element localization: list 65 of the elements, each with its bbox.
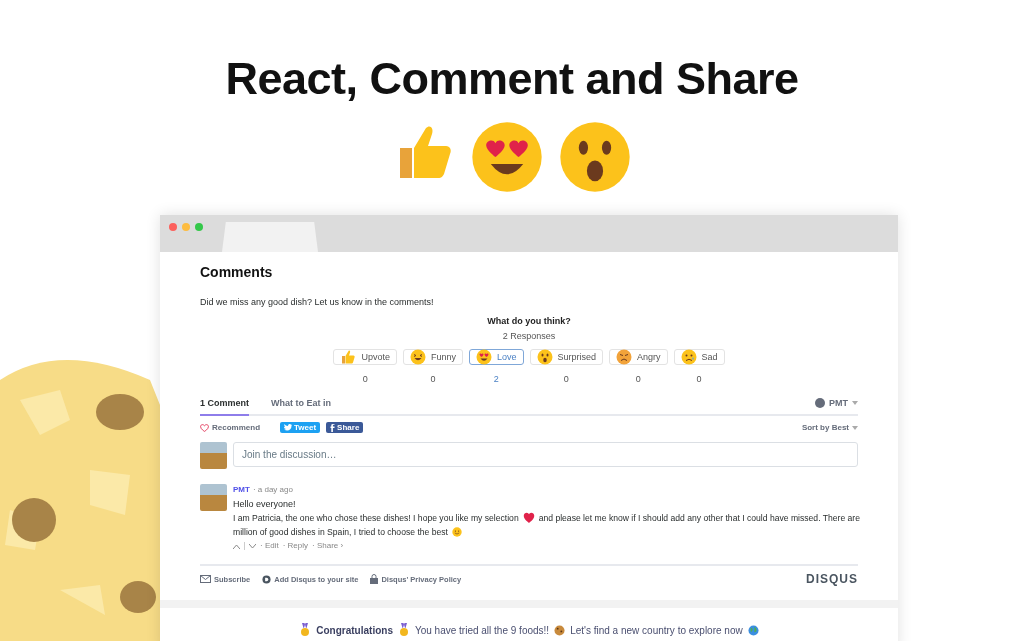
- banner-text: Let's find a new country to explore now: [570, 624, 743, 636]
- caret-icon: [852, 401, 858, 405]
- banner-title: Congratulations: [316, 624, 393, 636]
- angry-face-icon: [616, 349, 633, 365]
- reaction-count: 0: [563, 374, 569, 384]
- sad-face-icon: [680, 349, 697, 365]
- heart-eyes-face-icon: [470, 120, 544, 194]
- thumbs-up-icon: [340, 349, 357, 365]
- tab[interactable]: What to Eat in: [271, 394, 331, 416]
- reaction-button[interactable]: Angry: [609, 349, 668, 365]
- disqus-icon: [262, 574, 272, 584]
- reaction-button[interactable]: Upvote: [333, 349, 397, 365]
- upvote-icon[interactable]: [233, 543, 240, 549]
- medal-icon: [299, 623, 312, 637]
- reaction-button[interactable]: Sad: [673, 349, 725, 365]
- comment-action-link[interactable]: · Share ›: [312, 540, 344, 552]
- envelope-icon: [200, 575, 211, 583]
- surprised-face-icon: [536, 349, 553, 365]
- comment-action-link[interactable]: · Reply: [282, 540, 308, 552]
- user-icon: [815, 398, 825, 408]
- comment-greeting: Hello everyone!: [233, 498, 297, 510]
- bird-icon: [284, 424, 292, 431]
- banner-text: You have tried all the 9 foods!!: [414, 624, 550, 636]
- smiling-face-icon: [452, 527, 462, 537]
- avatar-photo-placeholder: [200, 484, 227, 511]
- heart-icon: [522, 512, 535, 524]
- brand-logo: DISQUS: [806, 572, 858, 586]
- recommend-button[interactable]: Recommend: [200, 423, 260, 432]
- comments-heading: Comments: [200, 264, 274, 280]
- reaction-count: 0: [430, 374, 436, 384]
- cookie-icon: [554, 624, 566, 636]
- reaction-button[interactable]: Funny: [402, 349, 463, 365]
- avatar-photo-placeholder: [200, 442, 227, 469]
- comment-action-link[interactable]: · Edit: [260, 540, 279, 552]
- comment-author[interactable]: PMT: [233, 484, 250, 496]
- reaction-count: 0: [362, 374, 368, 384]
- facebook-icon: [330, 423, 336, 432]
- reaction-button[interactable]: Surprised: [529, 349, 604, 365]
- reaction-count: 0: [635, 374, 641, 384]
- medal-icon: [397, 623, 410, 637]
- reaction-count: 2: [493, 374, 499, 384]
- comment-text: and please let me know if I should add any other that I could have missed. There are: [538, 512, 860, 524]
- reactions-title: What do you think?: [487, 316, 571, 326]
- reaction-button[interactable]: Love: [468, 349, 524, 365]
- caret-icon: [852, 425, 858, 430]
- comment-text: I am Patricia, the one who chose these dishes! I hope you like my selection: [233, 512, 519, 524]
- globe-icon: [747, 624, 759, 636]
- sort-dropdown[interactable]: Sort by Best: [801, 423, 858, 432]
- tab[interactable]: 1 Comment: [200, 394, 249, 416]
- user-menu[interactable]: PMT: [815, 398, 858, 414]
- headline: React, Comment and Share: [225, 52, 799, 106]
- heart-icon: [200, 423, 209, 432]
- lock-icon: [370, 574, 379, 584]
- comment-text: million of good dishes in Spain, I tried to choose the best: [233, 526, 448, 538]
- surprised-face-icon: [558, 120, 632, 194]
- reaction-count: 0: [696, 374, 702, 384]
- downvote-icon[interactable]: [249, 543, 256, 549]
- laughing-face-icon: [409, 349, 426, 365]
- intro-text: Did we miss any good dish? Let us know in the comments!: [200, 297, 435, 307]
- heart-eyes-face-icon: [475, 349, 492, 365]
- window-controls-icon: [168, 222, 206, 232]
- responses-count: 2 Responses: [502, 331, 556, 341]
- comment-input-field[interactable]: Join the discussion…: [233, 442, 858, 467]
- comment-time: · a day ago: [252, 484, 293, 496]
- facebook-share-button[interactable]: Share: [326, 422, 364, 433]
